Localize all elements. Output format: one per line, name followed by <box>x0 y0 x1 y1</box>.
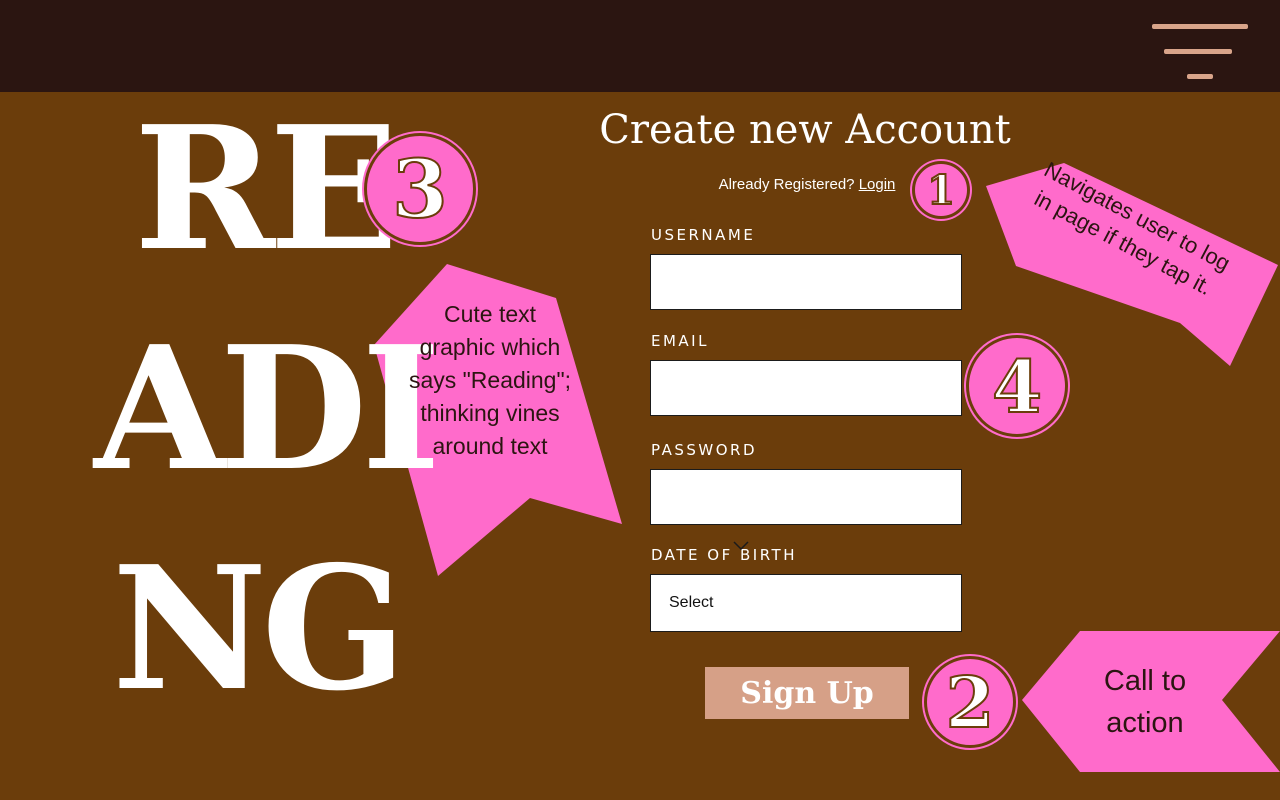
annotation-badge-3: 3 <box>364 133 476 245</box>
date-of-birth-select[interactable]: Select <box>650 574 962 632</box>
menu-line-bottom <box>1187 74 1213 79</box>
sign-up-button[interactable]: Sign Up <box>705 667 909 719</box>
menu-line-top <box>1152 24 1248 29</box>
email-label: EMAIL <box>651 332 709 350</box>
hamburger-menu-icon[interactable] <box>1148 18 1252 84</box>
already-registered-line: Already Registered? Login <box>600 174 1014 196</box>
top-bar <box>0 0 1280 92</box>
password-label: PASSWORD <box>651 441 758 459</box>
page-title: Create new Account <box>599 107 1011 153</box>
already-registered-text: Already Registered? <box>718 176 855 193</box>
reading-graphic-line-3: NG <box>112 529 407 729</box>
reading-graphic-line-1: RE <box>134 89 399 289</box>
login-link[interactable]: Login <box>859 176 896 193</box>
login-note-text: Navigates user to log in page if they ta… <box>1030 156 1235 301</box>
username-input[interactable] <box>650 254 962 310</box>
annotation-badge-2: 2 <box>924 656 1016 748</box>
reading-graphic-line-2: ADI <box>94 309 441 509</box>
cta-note-text: Call to action <box>1103 665 1187 739</box>
chevron-down-icon <box>733 541 749 551</box>
menu-line-middle <box>1164 49 1232 54</box>
password-input[interactable] <box>650 469 962 525</box>
username-label: USERNAME <box>651 226 756 244</box>
date-of-birth-selected-value: Select <box>669 594 714 611</box>
date-of-birth-label: DATE OF BIRTH <box>651 546 797 564</box>
graphic-note-text: Cute text graphic which says "Reading"; … <box>408 301 572 459</box>
annotation-badge-4: 4 <box>966 335 1068 437</box>
email-input[interactable] <box>650 360 962 416</box>
